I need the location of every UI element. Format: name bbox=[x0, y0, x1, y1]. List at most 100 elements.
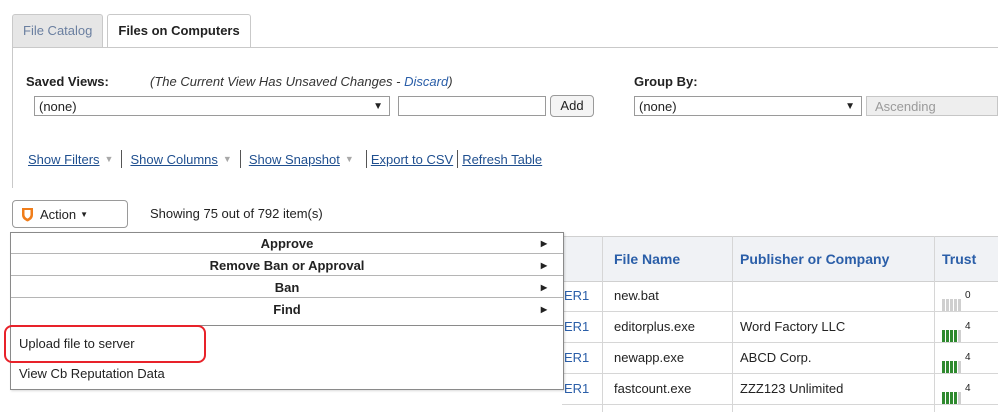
refresh-table-link[interactable]: Refresh Table bbox=[462, 152, 542, 167]
table-options-links: Show Filters ▼ Show Columns ▼ Show Snaps… bbox=[28, 150, 542, 168]
file-name: new.bat bbox=[614, 288, 659, 303]
unsaved-note-suffix: ) bbox=[448, 74, 453, 89]
trust-bar bbox=[942, 392, 945, 404]
menu-item-label: Find bbox=[273, 302, 301, 317]
publisher: Word Factory LLC bbox=[740, 319, 846, 334]
table-header: File Name Publisher or Company Trust bbox=[562, 236, 998, 282]
trust-value: 0 bbox=[965, 290, 971, 301]
saved-views-label: Saved Views: bbox=[26, 74, 109, 89]
group-by-label: Group By: bbox=[634, 74, 698, 89]
trust-bar bbox=[942, 330, 945, 342]
file-name: editorplus.exe bbox=[614, 319, 695, 334]
column-divider bbox=[732, 236, 733, 412]
file-name: fastcount.exe bbox=[614, 381, 692, 396]
menu-item-label: Approve bbox=[260, 236, 314, 251]
tab-files-on-computers[interactable]: Files on Computers bbox=[107, 14, 251, 49]
group-by-select[interactable]: (none) ▼ bbox=[634, 96, 862, 116]
trust-bar bbox=[954, 361, 957, 373]
computer-name[interactable]: ER1 bbox=[564, 343, 589, 373]
sort-order-select[interactable]: Ascending bbox=[866, 96, 998, 116]
table-row[interactable]: ER1 editorplus.exe Word Factory LLC 4 bbox=[562, 312, 998, 343]
menu-item-approve[interactable]: Approve ▶ bbox=[11, 233, 563, 254]
trust-bar bbox=[958, 299, 961, 311]
menu-item-find[interactable]: Find ▶ bbox=[11, 299, 563, 326]
saved-views-select[interactable]: (none) ▼ bbox=[34, 96, 390, 116]
divider bbox=[457, 150, 459, 168]
trust-bar bbox=[950, 392, 953, 404]
trust-bar bbox=[950, 330, 953, 342]
trust-bar bbox=[958, 330, 961, 342]
trust-bar bbox=[954, 330, 957, 342]
trust-bar bbox=[950, 361, 953, 373]
trust-bar bbox=[954, 299, 957, 311]
trust-bar bbox=[946, 299, 949, 311]
item-count: Showing 75 out of 792 item(s) bbox=[150, 206, 323, 221]
trust-cell: 4 bbox=[942, 312, 971, 342]
trust-cell: 0 bbox=[942, 281, 971, 311]
chevron-down-icon: ▼ bbox=[104, 154, 114, 164]
trust-meter: 4 bbox=[942, 312, 971, 342]
action-menu: Approve ▶ Remove Ban or Approval ▶ Ban ▶… bbox=[10, 232, 564, 390]
chevron-down-icon: ▼ bbox=[845, 101, 855, 112]
trust-bar bbox=[946, 361, 949, 373]
menu-item-remove-ban-or-approval[interactable]: Remove Ban or Approval ▶ bbox=[11, 255, 563, 276]
view-tabs: File Catalog Files on Computers bbox=[12, 14, 255, 49]
menu-item-label: Remove Ban or Approval bbox=[209, 258, 365, 273]
computer-name[interactable]: ER1 bbox=[564, 374, 589, 404]
trust-cell: 4 bbox=[942, 343, 971, 373]
file-name: newapp.exe bbox=[614, 350, 685, 365]
add-view-button[interactable]: Add bbox=[550, 95, 594, 117]
export-csv-link[interactable]: Export to CSV bbox=[371, 152, 453, 167]
divider bbox=[365, 150, 367, 168]
submenu-arrow-icon: ▶ bbox=[540, 239, 547, 248]
show-columns-link[interactable]: Show Columns bbox=[130, 152, 217, 167]
trust-bar bbox=[942, 361, 945, 373]
column-divider bbox=[602, 236, 603, 412]
trust-value: 4 bbox=[965, 383, 971, 394]
trust-meter: 4 bbox=[942, 374, 971, 404]
show-snapshot-link[interactable]: Show Snapshot bbox=[249, 152, 340, 167]
trust-bar bbox=[954, 392, 957, 404]
chevron-down-icon: ▼ bbox=[344, 154, 354, 164]
menu-item-label: Ban bbox=[274, 280, 300, 295]
divider bbox=[121, 150, 123, 168]
trust-bar bbox=[946, 330, 949, 342]
unsaved-note-prefix: (The Current View Has Unsaved Changes - bbox=[150, 74, 405, 89]
discard-link[interactable]: Discard bbox=[404, 74, 448, 89]
table-row[interactable]: ER1 newapp.exe ABCD Corp. 4 bbox=[562, 343, 998, 374]
computer-name[interactable]: ER1 bbox=[564, 281, 589, 311]
publisher: ZZZ123 Unlimited bbox=[740, 381, 844, 396]
column-file-name[interactable]: File Name bbox=[614, 237, 680, 281]
trust-meter: 0 bbox=[942, 281, 971, 311]
highlight-annotation bbox=[4, 325, 206, 363]
action-label: Action bbox=[40, 206, 77, 222]
computer-name[interactable]: ER1 bbox=[564, 312, 589, 342]
table-row[interactable]: ER1 new.bat 0 bbox=[562, 281, 998, 312]
trust-value: 4 bbox=[965, 321, 971, 332]
trust-bar bbox=[950, 299, 953, 311]
publisher: ABCD Corp. bbox=[740, 350, 812, 365]
column-publisher[interactable]: Publisher or Company bbox=[740, 237, 889, 281]
menu-item-view-cb-reputation-data[interactable]: View Cb Reputation Data bbox=[19, 366, 165, 381]
table-row[interactable]: ER1 fastcount.exe ZZZ123 Unlimited 4 bbox=[562, 374, 998, 405]
column-divider bbox=[934, 236, 935, 412]
trust-value: 4 bbox=[965, 352, 971, 363]
trust-bar bbox=[942, 299, 945, 311]
trust-bar bbox=[958, 392, 961, 404]
trust-bar bbox=[946, 392, 949, 404]
unsaved-changes-note: (The Current View Has Unsaved Changes - … bbox=[150, 74, 453, 89]
trust-meter: 4 bbox=[942, 343, 971, 373]
view-name-input[interactable] bbox=[398, 96, 546, 116]
submenu-arrow-icon: ▶ bbox=[540, 261, 547, 270]
saved-views-selected: (none) bbox=[39, 99, 77, 114]
submenu-arrow-icon: ▶ bbox=[540, 283, 547, 292]
chevron-down-icon: ▼ bbox=[222, 154, 232, 164]
chevron-down-icon: ▼ bbox=[373, 101, 383, 112]
tab-file-catalog[interactable]: File Catalog bbox=[12, 14, 104, 47]
menu-item-ban[interactable]: Ban ▶ bbox=[11, 277, 563, 298]
column-trust[interactable]: Trust bbox=[942, 237, 976, 281]
trust-bar bbox=[958, 361, 961, 373]
action-button[interactable]: Action ▼ bbox=[12, 200, 128, 228]
show-filters-link[interactable]: Show Filters bbox=[28, 152, 100, 167]
chevron-down-icon: ▼ bbox=[80, 209, 89, 219]
